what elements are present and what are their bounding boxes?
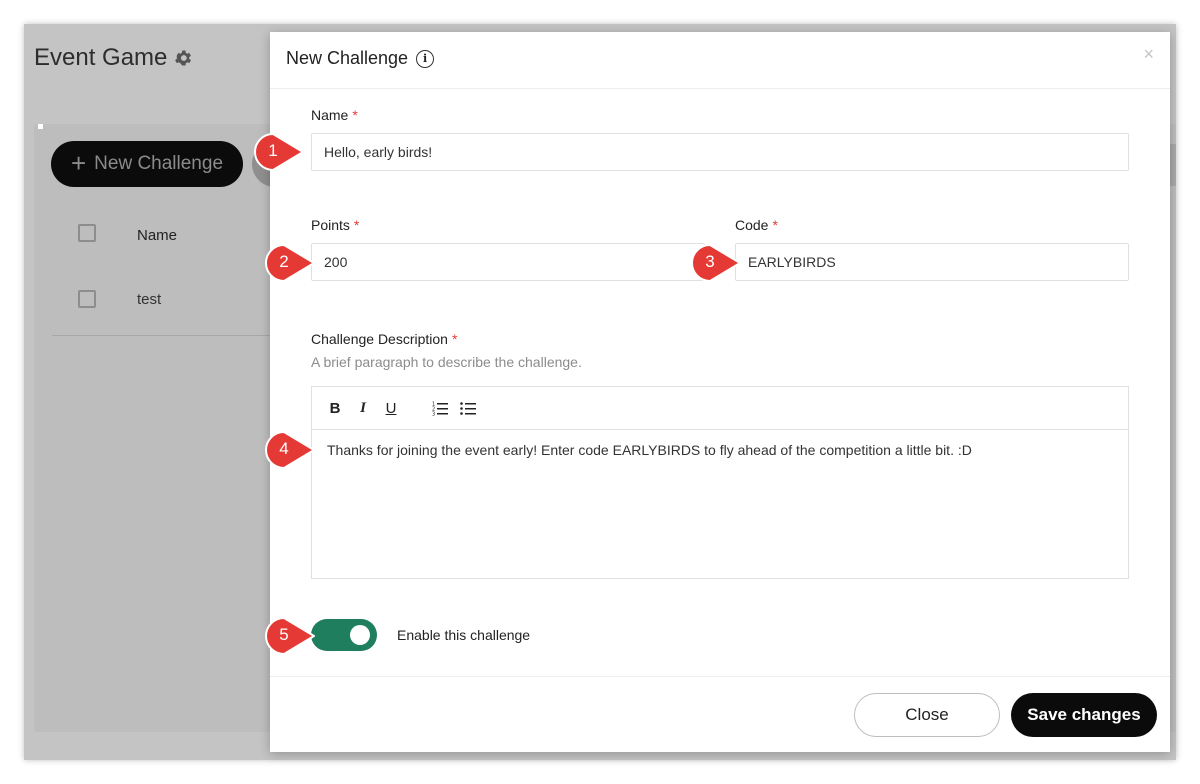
- callout-number: 2: [279, 252, 289, 271]
- required-marker: *: [451, 331, 458, 347]
- code-label: Code *: [735, 217, 778, 233]
- row-divider: [52, 335, 292, 336]
- callout-number: 3: [705, 252, 715, 271]
- callout-marker: 2: [264, 243, 316, 283]
- code-label-text: Code: [735, 217, 769, 233]
- modal-title: New Challenge: [286, 48, 409, 68]
- required-marker: *: [772, 217, 778, 233]
- modal-footer: Close Save changes: [270, 676, 1170, 753]
- callout-marker: 5: [264, 616, 316, 656]
- description-help-text: A brief paragraph to describe the challe…: [311, 354, 582, 370]
- italic-button[interactable]: I: [356, 400, 370, 417]
- callout-marker: 3: [690, 243, 742, 283]
- scrollbar[interactable]: [1170, 144, 1176, 186]
- save-changes-button[interactable]: Save changes: [1011, 693, 1157, 737]
- required-marker: *: [353, 217, 360, 233]
- editor-toolbar: B I U 123: [312, 387, 1128, 430]
- bullet-list-icon[interactable]: [460, 400, 476, 416]
- svg-text:3: 3: [432, 412, 435, 417]
- select-all-checkbox[interactable]: [78, 224, 96, 242]
- description-editor: B I U 123 Thanks for joining the event e…: [311, 386, 1129, 579]
- points-input[interactable]: 200: [311, 243, 705, 281]
- close-icon[interactable]: ×: [1143, 44, 1154, 65]
- description-textarea[interactable]: Thanks for joining the event early! Ente…: [312, 430, 1128, 470]
- callout-marker: 1: [253, 132, 305, 172]
- toggle-knob: [350, 625, 370, 645]
- required-marker: *: [352, 107, 358, 123]
- plus-icon: +: [70, 147, 87, 178]
- ordered-list-icon[interactable]: 123: [432, 400, 448, 417]
- gear-icon[interactable]: [173, 48, 193, 68]
- name-label-text: Name: [311, 107, 349, 123]
- column-header-name: Name: [137, 227, 178, 244]
- page-title: Event Game: [34, 44, 168, 71]
- table-row-name: test: [137, 291, 162, 308]
- modal-title-group: New Challenge i: [286, 48, 435, 69]
- callout-marker: 4: [264, 430, 316, 470]
- name-input[interactable]: Hello, early birds!: [311, 133, 1129, 171]
- new-challenge-modal: New Challenge i × Name * Hello, early bir…: [270, 32, 1170, 752]
- points-label-text: Points: [311, 217, 350, 233]
- name-label: Name *: [311, 107, 358, 123]
- modal-header: New Challenge i ×: [270, 32, 1170, 89]
- enable-challenge-label: Enable this challenge: [397, 627, 531, 643]
- page-title-group: Event Game: [34, 44, 193, 72]
- new-challenge-label: New Challenge: [94, 153, 224, 174]
- code-input[interactable]: EARLYBIRDS: [735, 243, 1129, 281]
- points-label: Points *: [311, 217, 359, 233]
- new-challenge-button[interactable]: + New Challenge: [51, 141, 243, 187]
- underline-button[interactable]: U: [384, 400, 398, 417]
- callout-number: 4: [279, 439, 289, 458]
- enable-challenge-toggle[interactable]: [311, 619, 377, 651]
- close-button[interactable]: Close: [854, 693, 1000, 737]
- bold-button[interactable]: B: [328, 400, 342, 417]
- decoration-dot: [38, 124, 43, 129]
- description-label: Challenge Description *: [311, 331, 457, 347]
- info-icon[interactable]: i: [416, 49, 435, 68]
- description-label-text: Challenge Description: [311, 331, 448, 347]
- callout-number: 5: [279, 625, 289, 644]
- row-checkbox[interactable]: [78, 290, 96, 308]
- callout-number: 1: [268, 141, 278, 160]
